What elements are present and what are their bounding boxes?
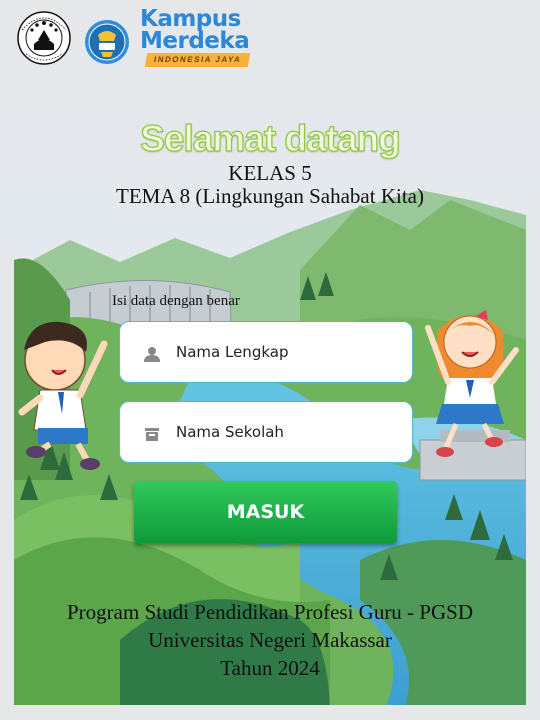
kampus-merdeka-logo: Kampus Merdeka INDONESIA JAYA <box>140 8 280 70</box>
unm-logo <box>17 11 71 65</box>
full-name-field[interactable] <box>119 321 413 383</box>
school-name-field[interactable] <box>119 401 413 463</box>
footer-year: Tahun 2024 <box>220 656 320 680</box>
theme-label: TEMA 8 (Lingkungan Sahabat Kita) <box>116 184 424 208</box>
school-name-input[interactable] <box>176 416 396 448</box>
class-label: KELAS 5 <box>228 161 312 185</box>
kampus-merdeka-logo-line2: Merdeka <box>140 28 250 54</box>
form-instruction: Isi data dengan benar <box>112 293 240 309</box>
welcome-title: Selamat datang <box>140 117 402 159</box>
submit-button[interactable]: MASUK <box>134 481 397 543</box>
footer-program: Program Studi Pendidikan Profesi Guru - … <box>67 600 473 624</box>
tut-wuri-handayani-logo <box>85 20 129 64</box>
kampus-merdeka-tagline: INDONESIA JAYA <box>144 53 251 67</box>
school-icon <box>145 428 159 441</box>
person-icon <box>144 347 160 362</box>
footer-university: Universitas Negeri Makassar <box>148 628 392 652</box>
full-name-input[interactable] <box>176 336 396 368</box>
